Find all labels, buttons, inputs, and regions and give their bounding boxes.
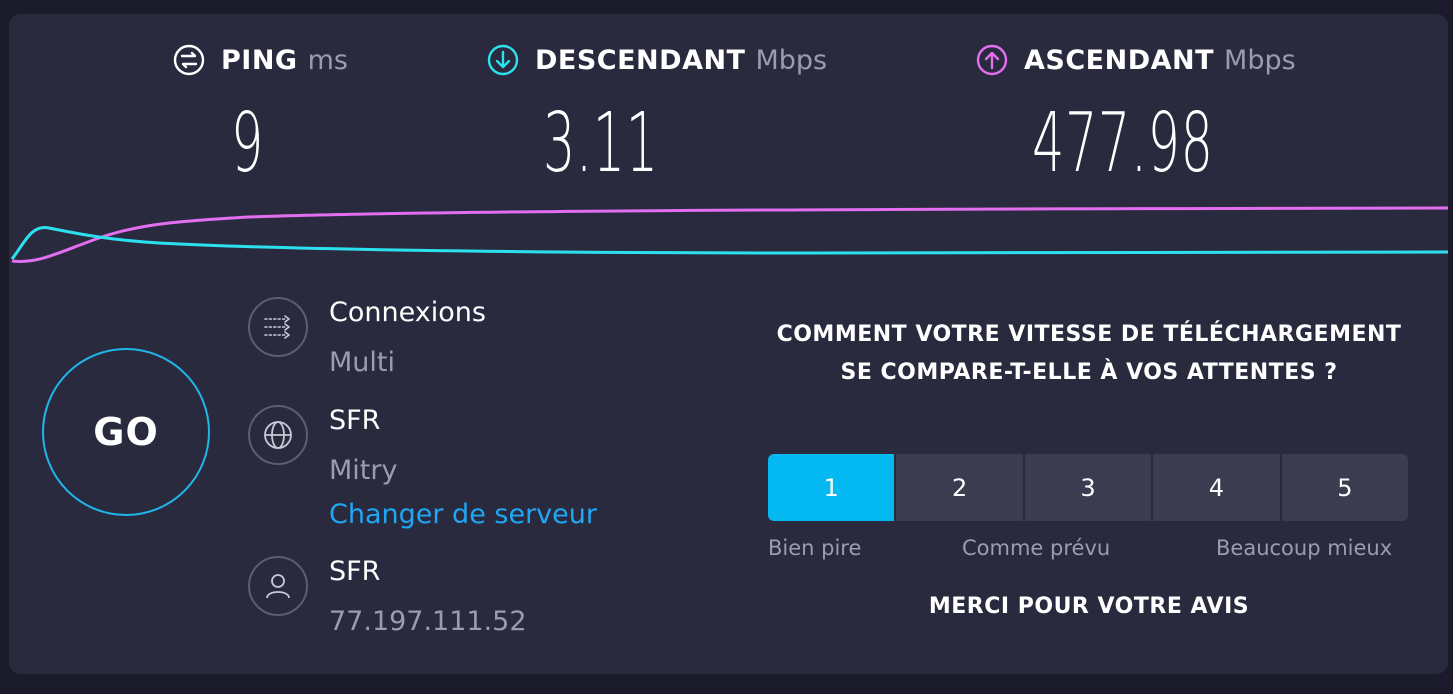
rating-option-4[interactable]: 4 (1153, 454, 1280, 521)
speed-graph (10, 206, 1448, 263)
speedtest-panel: PING ms 9 DESCENDANT Mbps 3.11 ASCENDANT… (9, 14, 1448, 674)
ping-label: PING (221, 44, 298, 76)
connections-value: Multi (329, 347, 395, 378)
ping-header: PING ms (173, 42, 348, 78)
rating-label-high: Beaucoup mieux (1216, 536, 1393, 560)
feedback-question: COMMENT VOTRE VITESSE DE TÉLÉCHARGEMENT … (776, 322, 1402, 385)
globe-icon[interactable] (248, 405, 308, 465)
server-name: SFR (329, 405, 381, 436)
upload-label: ASCENDANT (1024, 44, 1215, 76)
provider-ip: 77.197.111.52 (329, 606, 527, 637)
download-value: 3.11 (543, 96, 659, 191)
download-graph-line (10, 226, 1448, 260)
upload-unit: Mbps (1224, 44, 1296, 76)
rating-option-5[interactable]: 5 (1281, 454, 1409, 521)
rating-option-3[interactable]: 3 (1024, 454, 1152, 521)
go-button[interactable]: GO (42, 348, 210, 516)
download-arrow-icon (487, 44, 519, 76)
upload-header: ASCENDANT Mbps (976, 42, 1296, 78)
upload-value: 477.98 (1032, 96, 1214, 191)
ping-unit: ms (307, 44, 348, 76)
provider-name: SFR (329, 556, 381, 587)
rating-label-mid: Comme prévu (962, 536, 1111, 560)
user-icon (248, 556, 308, 616)
ping-value: 9 (231, 96, 264, 191)
server-location: Mitry (329, 455, 398, 486)
download-label: DESCENDANT (535, 44, 746, 76)
download-metric: DESCENDANT Mbps (487, 42, 827, 78)
feedback-thanks: MERCI POUR VOTRE AVIS (928, 594, 1250, 619)
ping-icon (173, 44, 205, 76)
upload-arrow-icon (976, 44, 1008, 76)
rating-option-2[interactable]: 2 (896, 454, 1023, 521)
download-header: DESCENDANT Mbps (487, 42, 827, 78)
connections-icon[interactable] (248, 297, 308, 357)
rating-option-1[interactable]: 1 (768, 454, 895, 521)
ping-metric: PING ms (173, 42, 348, 78)
change-server-link[interactable]: Changer de serveur (329, 499, 597, 530)
connections-title: Connexions (329, 297, 486, 328)
download-unit: Mbps (755, 44, 828, 76)
rating-label-low: Bien pire (768, 536, 862, 560)
rating-scale: 1 2 3 4 5 (768, 454, 1409, 521)
upload-metric: ASCENDANT Mbps (976, 42, 1296, 78)
